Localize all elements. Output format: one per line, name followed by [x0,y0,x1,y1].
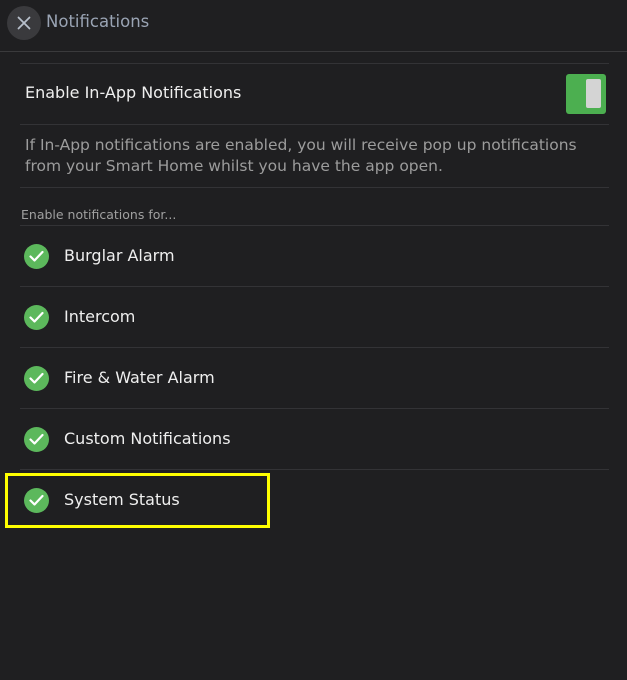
close-button[interactable] [7,6,41,40]
page-title: Notifications [46,12,150,31]
divider [20,187,609,188]
header-bar: Notifications [0,0,627,52]
close-icon [17,16,31,30]
enable-in-app-label: Enable In-App Notifications [25,83,242,102]
list-item-system-status[interactable]: System Status [20,470,609,530]
check-circle-icon [24,427,49,452]
in-app-description: If In-App notifications are enabled, you… [25,136,577,175]
section-label: Enable notifications for... [21,207,177,222]
check-circle-icon [24,366,49,391]
list-item-label: Fire & Water Alarm [64,368,215,387]
toggle-knob [586,79,601,108]
check-circle-icon [24,244,49,269]
list-item-fire-water-alarm[interactable]: Fire & Water Alarm [20,348,609,408]
list-item-intercom[interactable]: Intercom [20,287,609,347]
list-item-burglar-alarm[interactable]: Burglar Alarm [20,226,609,286]
divider [20,124,609,125]
list-item-label: Custom Notifications [64,429,231,448]
list-item-label: Intercom [64,307,136,326]
enable-in-app-row: Enable In-App Notifications [20,64,609,124]
list-item-label: System Status [64,490,180,509]
list-item-custom-notifications[interactable]: Custom Notifications [20,409,609,469]
check-circle-icon [24,305,49,330]
list-item-label: Burglar Alarm [64,246,175,265]
enable-in-app-toggle[interactable] [566,74,606,114]
check-circle-icon [24,488,49,513]
